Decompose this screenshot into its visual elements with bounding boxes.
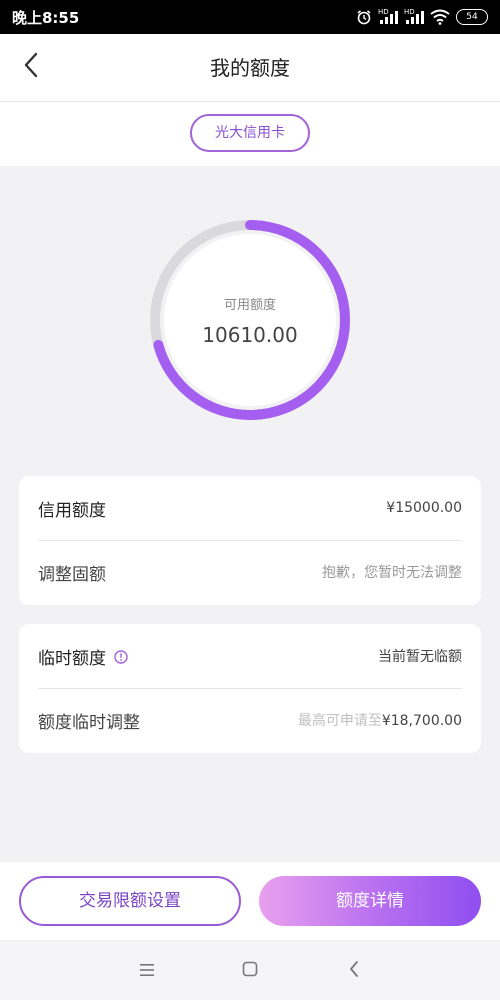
available-limit-label: 可用额度: [223, 297, 276, 313]
temp-limit-max-prefix: 最高可申请至: [297, 713, 382, 729]
signal-icon-2: HD: [404, 8, 424, 24]
fixed-limit-adjust-label: 调整固额: [38, 564, 106, 585]
info-icon[interactable]: [114, 649, 128, 664]
header: 我的额度: [0, 34, 500, 102]
ring-center: 可用额度 10610.00: [164, 234, 336, 406]
status-time: 晚上8:55: [12, 8, 80, 27]
temp-limit-adjust-value-group: 最高可申请至¥18,700.00: [298, 710, 462, 730]
temp-limit-card: 临时额度 当前暂无临额 额度临时调整 最高可申请至¥18,700.00: [19, 624, 481, 753]
temp-limit-row: 临时额度 当前暂无临额: [19, 624, 481, 688]
action-bar: 交易限额设置 额度详情: [0, 862, 500, 940]
back-icon: [347, 960, 361, 982]
temp-limit-label: 临时额度: [38, 648, 106, 669]
available-limit-value: 10610.00: [202, 322, 298, 347]
credit-limit-label: 信用额度: [38, 500, 106, 521]
available-limit-ring: 可用额度 10610.00: [147, 217, 353, 423]
card-selector-band: 光大信用卡: [0, 102, 500, 166]
card-selector-chip[interactable]: 光大信用卡: [190, 114, 310, 152]
fixed-limit-adjust-value: 抱歉，您暂时无法调整: [322, 565, 462, 581]
status-bar: 晚上8:55 HD HD 54: [0, 0, 500, 34]
home-icon: [241, 960, 259, 982]
nav-back-button[interactable]: [342, 959, 366, 983]
network-label-2: HD: [404, 8, 415, 16]
battery-icon: 54: [456, 9, 488, 25]
temp-limit-max-value: ¥18,700.00: [381, 713, 462, 729]
temp-limit-adjust-label: 额度临时调整: [38, 712, 140, 733]
limit-details-button[interactable]: 额度详情: [259, 876, 481, 926]
system-nav-bar: [0, 940, 500, 1000]
signal-icon-1: HD: [378, 8, 398, 24]
credit-limit-card: 信用额度 ¥15000.00 调整固额 抱歉，您暂时无法调整: [19, 476, 481, 605]
menu-button[interactable]: [135, 959, 159, 983]
temp-limit-adjust-row[interactable]: 额度临时调整 最高可申请至¥18,700.00: [19, 688, 481, 752]
limit-settings-button[interactable]: 交易限额设置: [19, 876, 241, 926]
page-title: 我的额度: [210, 56, 290, 80]
fixed-limit-adjust-row[interactable]: 调整固额 抱歉，您暂时无法调整: [19, 540, 481, 604]
temp-limit-label-group: 临时额度: [38, 644, 128, 669]
temp-limit-value: 当前暂无临额: [378, 649, 462, 665]
status-icons: HD HD 54: [356, 8, 488, 25]
wifi-icon: [430, 9, 450, 25]
credit-limit-row: 信用额度 ¥15000.00: [19, 476, 481, 540]
network-label-1: HD: [378, 8, 389, 16]
alarm-icon: [356, 9, 372, 25]
home-button[interactable]: [238, 959, 262, 983]
menu-icon: [138, 962, 156, 981]
credit-limit-value: ¥15000.00: [386, 500, 462, 516]
